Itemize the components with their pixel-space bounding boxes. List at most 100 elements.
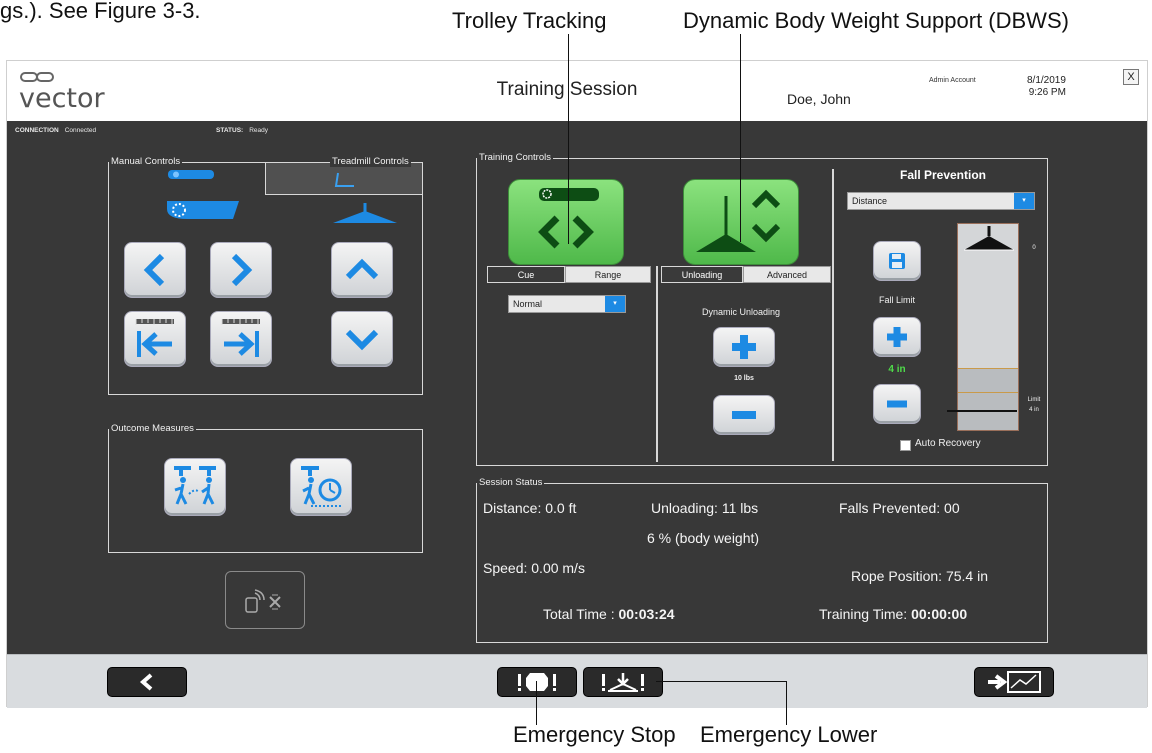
- callout-dbws: Dynamic Body Weight Support (DBWS): [683, 8, 1069, 33]
- cue-mode-select[interactable]: Normal ▾: [508, 295, 626, 313]
- emergency-stop-icon: [518, 673, 556, 691]
- trolley-tracking-button[interactable]: [508, 179, 624, 265]
- walk-test-icon: [174, 466, 216, 505]
- fall-limit-gauge: [957, 223, 1019, 431]
- trolley-move-right-end-button[interactable]: [210, 311, 272, 367]
- trolley-tracking-icon: [538, 188, 599, 249]
- app-window: vector Training Session Doe, John Admin …: [6, 60, 1148, 708]
- dynamic-unloading-label: Dynamic Unloading: [701, 307, 781, 317]
- finish-session-button[interactable]: [974, 667, 1054, 697]
- leader-line-trolley-tracking: [568, 34, 569, 244]
- datetime: 8/1/2019 9:26 PM: [1027, 75, 1066, 99]
- bottom-bar: [7, 654, 1147, 708]
- save-icon: [889, 253, 905, 269]
- unloading-readout: Unloading: 11 lbs: [651, 500, 759, 516]
- total-time-value: 00:03:24: [618, 606, 675, 622]
- treadmill-tab-label: Treadmill Controls: [330, 156, 411, 167]
- timed-walk-button[interactable]: [290, 458, 352, 516]
- tab-range[interactable]: Range: [565, 266, 651, 283]
- chevron-right-icon: [231, 253, 253, 287]
- total-time-label: Total Time :: [543, 606, 619, 622]
- minus-icon: [887, 400, 907, 408]
- save-fall-limit-button[interactable]: [873, 241, 921, 281]
- status-value: Ready: [249, 127, 268, 134]
- treadmill-controls-tab[interactable]: Treadmill Controls: [265, 156, 423, 195]
- harness-icon: [333, 203, 397, 223]
- rope-position-readout: Rope Position: 75.4 in: [851, 568, 988, 584]
- time-text: 9:26 PM: [1028, 87, 1066, 98]
- document-caption: gs.). See Figure 3-3.: [0, 0, 201, 23]
- fall-mode-value: Distance: [852, 196, 888, 206]
- leader-line-emergency-lower-v: [786, 681, 787, 725]
- fall-prevention-mode-select[interactable]: Distance ▾: [847, 192, 1035, 210]
- emergency-stop-button[interactable]: [497, 667, 577, 697]
- total-time-readout: Total Time : 00:03:24: [543, 606, 675, 622]
- distance-readout: Distance: 0.0 ft: [483, 500, 577, 516]
- emergency-lower-button[interactable]: [583, 667, 663, 697]
- close-button[interactable]: X: [1123, 69, 1139, 85]
- training-controls-panel: Training Controls Cue Range Normal ▾ Unl…: [476, 152, 1048, 466]
- move-to-left-end-icon: [135, 319, 174, 357]
- callout-emergency-lower: Emergency Lower: [700, 722, 878, 747]
- divider: [832, 169, 834, 461]
- falls-prevented-readout: Falls Prevented: 00: [839, 500, 960, 516]
- timed-walk-icon: [301, 466, 343, 507]
- harness-up-button[interactable]: [331, 242, 393, 298]
- wireless-disconnected-button[interactable]: [225, 571, 305, 629]
- minus-icon: [732, 411, 756, 419]
- chevron-up-icon: [345, 258, 379, 280]
- ten-meter-walk-button[interactable]: [164, 458, 226, 516]
- treadmill-icon: [334, 172, 354, 187]
- trolley-right-button[interactable]: [210, 242, 272, 298]
- dbws-button[interactable]: [683, 179, 799, 265]
- tab-cue[interactable]: Cue: [487, 266, 565, 283]
- connection-label: CONNECTION: [15, 127, 59, 134]
- title-bar: vector Training Session Doe, John Admin …: [7, 61, 1147, 121]
- chevron-left-icon: [143, 253, 165, 287]
- emergency-lower-icon: [602, 673, 644, 692]
- fall-limit-line: [958, 392, 1018, 393]
- tab-advanced[interactable]: Advanced: [743, 266, 831, 283]
- leader-line-emergency-stop: [536, 681, 537, 725]
- fall-limit-increase-button[interactable]: [873, 317, 921, 357]
- callout-emergency-stop: Emergency Stop: [513, 722, 676, 747]
- status-label: STATUS:: [216, 127, 244, 134]
- gauge-limit-value: 4 in: [1029, 407, 1039, 413]
- training-time-label: Training Time:: [819, 606, 912, 622]
- trolley-move-left-end-button[interactable]: [124, 311, 186, 367]
- leader-line-fall-limit: [947, 410, 1017, 412]
- tab-unloading[interactable]: Unloading: [661, 266, 743, 283]
- harness-down-button[interactable]: [331, 311, 393, 367]
- unloading-value: 10 lbs: [734, 375, 754, 382]
- leader-line-dbws: [740, 34, 741, 242]
- outcome-measures-label: Outcome Measures: [109, 423, 196, 434]
- gauge-zero-label: 0: [1032, 245, 1036, 251]
- fall-limit-decrease-button[interactable]: [873, 384, 921, 424]
- chevron-down-icon: [345, 329, 379, 351]
- unloading-increase-button[interactable]: [713, 327, 775, 367]
- page-title: Training Session: [496, 79, 638, 100]
- plus-icon: [887, 327, 907, 347]
- auto-recovery-checkbox[interactable]: [900, 440, 911, 451]
- trolley-left-button[interactable]: [124, 242, 186, 298]
- wireless-disabled-icon: [245, 589, 281, 613]
- body-weight-readout: 6 % (body weight): [647, 530, 760, 546]
- status-indicator: STATUS: Ready: [216, 127, 268, 134]
- leader-line-emergency-lower-h: [656, 681, 786, 682]
- fall-limit-label: Fall Limit: [878, 295, 915, 305]
- cue-mode-value: Normal: [513, 299, 543, 309]
- trolley-icon: [167, 201, 239, 219]
- chevron-down-icon: ▾: [605, 296, 625, 312]
- training-controls-label: Training Controls: [477, 152, 553, 163]
- manual-controls-label: Manual Controls: [109, 156, 183, 167]
- divider: [656, 266, 658, 462]
- chevron-down-icon: ▾: [1014, 193, 1034, 209]
- session-status-label: Session Status: [477, 477, 545, 488]
- fall-limit-zone: [958, 368, 1018, 430]
- unloading-decrease-button[interactable]: [713, 395, 775, 435]
- back-button[interactable]: [107, 667, 187, 697]
- callout-trolley-tracking: Trolley Tracking: [452, 8, 607, 33]
- session-status-panel: Session Status Distance: 0.0 ft Unloadin…: [476, 477, 1048, 643]
- training-time-value: 00:00:00: [911, 606, 968, 622]
- fall-prevention-title: Fall Prevention: [899, 168, 987, 182]
